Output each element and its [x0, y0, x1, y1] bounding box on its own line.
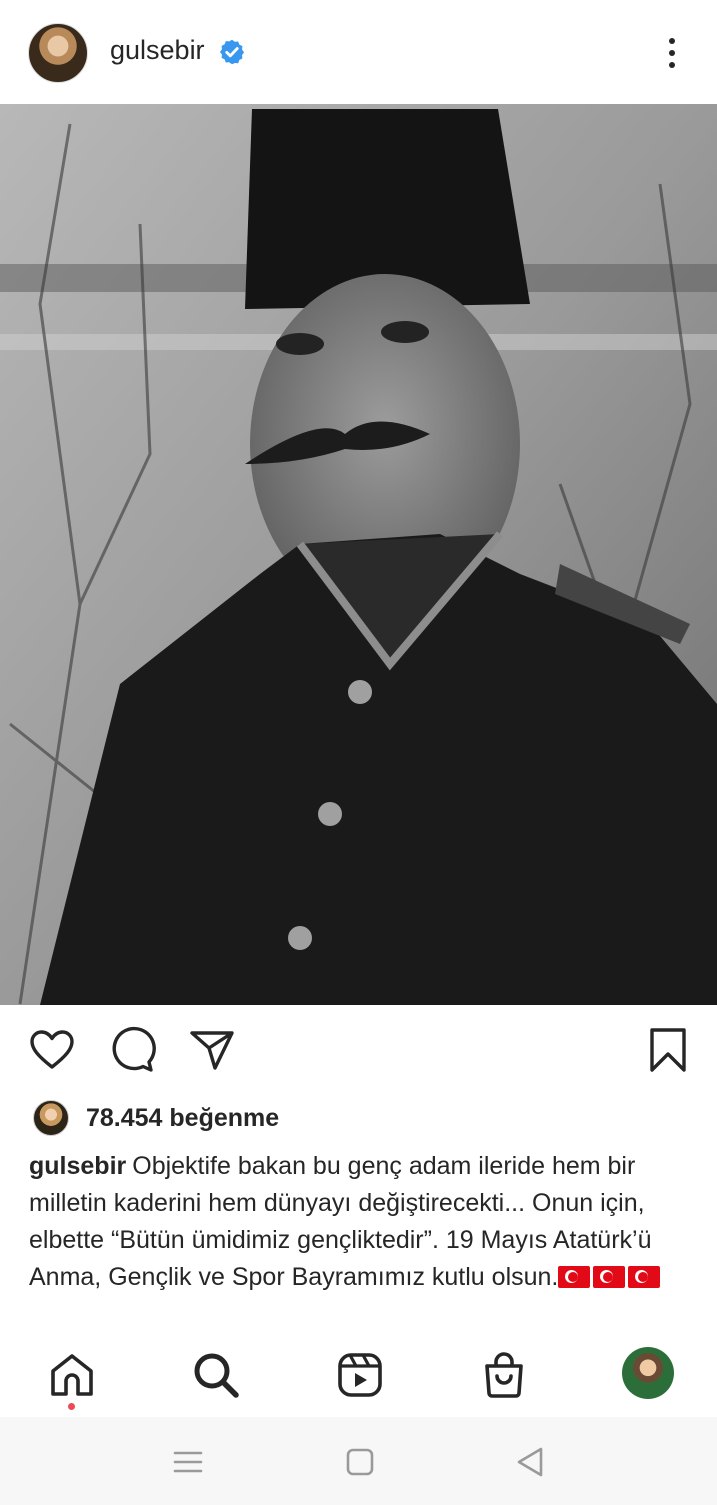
author-avatar[interactable]: [28, 23, 88, 83]
caption-username[interactable]: gulsebir: [29, 1152, 126, 1180]
post-header: [0, 0, 717, 104]
turkish-flag-icon: [593, 1266, 626, 1288]
likes-row[interactable]: 78.454 beğenme: [30, 1098, 690, 1138]
reels-icon[interactable]: [335, 1350, 385, 1400]
bookmark-icon[interactable]: [644, 1026, 692, 1074]
post-photo[interactable]: [0, 104, 717, 1005]
notification-dot: [68, 1403, 75, 1410]
turkish-flag-icon: [558, 1266, 591, 1288]
likes-count[interactable]: 78.454 beğenme: [86, 1104, 279, 1133]
menu-icon[interactable]: [171, 1445, 205, 1479]
share-icon[interactable]: [188, 1026, 236, 1074]
home-icon[interactable]: [47, 1350, 97, 1400]
comment-icon[interactable]: [108, 1026, 156, 1074]
author-username[interactable]: gulsebir: [110, 35, 205, 66]
search-icon[interactable]: [191, 1350, 241, 1400]
shop-icon[interactable]: [479, 1350, 529, 1400]
more-options-icon[interactable]: [650, 33, 694, 73]
post-caption: gulsebir Objektife bakan bu genç adam ile…: [29, 1148, 689, 1296]
liker-avatar: [33, 1100, 69, 1136]
verified-badge-icon: [219, 39, 245, 65]
heart-icon[interactable]: [28, 1026, 76, 1074]
turkish-flag-icon: [628, 1266, 661, 1288]
profile-avatar[interactable]: [622, 1347, 674, 1399]
home-square-icon[interactable]: [343, 1445, 377, 1479]
back-icon[interactable]: [514, 1445, 548, 1479]
turkish-flags: [558, 1263, 663, 1291]
